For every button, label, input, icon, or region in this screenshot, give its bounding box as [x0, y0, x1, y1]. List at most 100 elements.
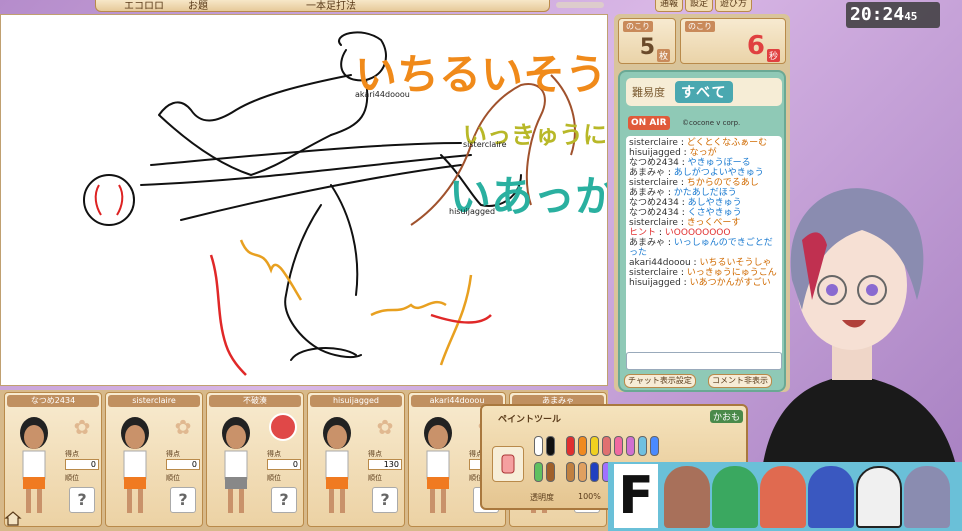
- score-label: 得点: [166, 450, 180, 458]
- rank-value: ?: [69, 487, 95, 513]
- chat-message: sisterclaire : どくとくなふぁーむ: [629, 138, 768, 148]
- howto-button[interactable]: 遊び方: [715, 0, 753, 12]
- rank-label: 順位: [166, 474, 180, 482]
- eraser-icon: [501, 454, 515, 474]
- settings-button[interactable]: 設定: [685, 0, 714, 12]
- volume-slider[interactable]: [556, 2, 604, 8]
- player-name: 不破湊: [209, 395, 301, 407]
- chat-message: hisuijagged : なっが: [629, 148, 717, 158]
- guess-author: sisterclaire: [463, 140, 507, 149]
- theme-word: 一本足打法: [306, 1, 356, 12]
- chat-author: あまみゃ: [629, 238, 666, 248]
- team-letter: F: [614, 464, 658, 528]
- pen-color-button[interactable]: [566, 436, 575, 456]
- player-avatar: [222, 417, 250, 513]
- game-top-bar: エコロロ お題 一本足打法: [95, 0, 550, 12]
- player-avatar: [121, 417, 149, 513]
- pen-color-button[interactable]: [534, 436, 543, 456]
- ornament-icon: ✿: [376, 415, 394, 439]
- chat-author: sisterclaire: [629, 178, 678, 188]
- ornament-icon: ✿: [174, 415, 192, 439]
- pen-color-button[interactable]: [626, 436, 635, 456]
- paint-tool-extra[interactable]: かおも: [710, 410, 744, 423]
- pen-color-button[interactable]: [638, 436, 647, 456]
- game-title: エコロロ: [124, 1, 164, 12]
- player-card[interactable]: hisuijagged ✿ 得点 130 順位?: [307, 392, 405, 527]
- player-card[interactable]: sisterclaire ✿ 得点 0 順位?: [105, 392, 203, 527]
- pen-color-button[interactable]: [650, 436, 659, 456]
- member-portrait: [904, 466, 950, 528]
- ornament-icon: ✿: [73, 415, 91, 439]
- guess-author: hisuijagged: [449, 207, 496, 216]
- chat-text: いOOOOOOOO: [664, 228, 731, 238]
- rank-value: ?: [271, 487, 297, 513]
- chat-text: どくとくなふぁーむ: [686, 138, 768, 148]
- chat-author: ヒント: [629, 228, 657, 238]
- chat-author: sisterclaire: [629, 218, 678, 228]
- painter-badge-icon: [269, 413, 297, 441]
- home-icon[interactable]: [4, 510, 22, 526]
- chat-text: くさやきゅう: [687, 208, 742, 218]
- score-value: 130: [368, 459, 402, 470]
- score-value: 0: [166, 459, 200, 470]
- pen-color-button[interactable]: [578, 462, 587, 482]
- chat-author: hisuijagged: [629, 148, 681, 158]
- chat-author: sisterclaire: [629, 268, 678, 278]
- pen-color-button[interactable]: [602, 436, 611, 456]
- score-value: 0: [267, 459, 301, 470]
- eraser-button[interactable]: [492, 446, 524, 482]
- player-avatar: [323, 417, 351, 513]
- chat-settings-button[interactable]: チャット表示設定: [624, 374, 696, 388]
- player-name: なつめ2434: [7, 395, 99, 407]
- top-buttons: 通報 設定 遊び方: [655, 0, 753, 12]
- chat-author: なつめ2434: [629, 208, 679, 218]
- report-button[interactable]: 通報: [655, 0, 684, 12]
- player-card[interactable]: 不破湊✿得点0順位?: [206, 392, 304, 527]
- chat-message: なつめ2434 : やきゅうぼーる: [629, 158, 751, 168]
- chat-author: akari44dooou: [629, 258, 691, 268]
- member-portrait: [760, 466, 806, 528]
- difficulty-label: 難易度: [632, 86, 665, 99]
- pen-color-button[interactable]: [566, 462, 575, 482]
- rank-label: 順位: [65, 474, 79, 482]
- paint-tool-title: ペイントツール: [498, 415, 562, 425]
- player-avatar: [424, 417, 452, 513]
- drawing-canvas[interactable]: いちるいそう いっきゅうに いあっか akari44dooou sistercl…: [0, 14, 608, 386]
- copyright-text: ©cocone v corp.: [682, 119, 741, 127]
- rank-value: ?: [170, 487, 196, 513]
- player-card[interactable]: なつめ2434 ✿ 得点 0 順位?: [4, 392, 102, 527]
- chat-author: あまみゃ: [629, 188, 666, 198]
- rank-value: ?: [372, 487, 398, 513]
- member-portrait: [808, 466, 854, 528]
- pen-color-button[interactable]: [534, 462, 543, 482]
- team-banner: F: [608, 462, 962, 531]
- player-name: sisterclaire: [108, 395, 200, 407]
- member-portrait: [712, 466, 758, 528]
- score-label: 得点: [65, 450, 79, 458]
- chat-author: なつめ2434: [629, 198, 679, 208]
- pen-color-button[interactable]: [590, 462, 599, 482]
- clock-time: 20:24: [850, 4, 905, 25]
- vtuber-avatar: [762, 188, 957, 470]
- rank-label: 順位: [368, 474, 382, 482]
- difficulty-value: すべて: [675, 81, 734, 103]
- chat-author: なつめ2434: [629, 158, 679, 168]
- opacity-label: 透明度: [530, 493, 554, 502]
- pen-color-button[interactable]: [578, 436, 587, 456]
- clock-seconds: 45: [904, 10, 918, 23]
- pen-color-button[interactable]: [546, 436, 555, 456]
- guess-author: akari44dooou: [355, 90, 410, 99]
- pen-color-button[interactable]: [546, 462, 555, 482]
- player-name: hisuijagged: [310, 395, 402, 407]
- chat-text: きっくべーす: [686, 218, 741, 228]
- time-remaining-counter: のこり 6 秒: [680, 18, 786, 64]
- pen-color-button[interactable]: [614, 436, 623, 456]
- onair-badge: ON AIR: [628, 116, 670, 130]
- pen-color-button[interactable]: [590, 436, 599, 456]
- player-avatar: [20, 417, 48, 513]
- member-portrait: [664, 466, 710, 528]
- difficulty-display: 難易度 すべて: [626, 78, 782, 106]
- chat-text: なっが: [689, 148, 717, 158]
- rank-label: 順位: [267, 474, 281, 482]
- member-portrait: [856, 466, 902, 528]
